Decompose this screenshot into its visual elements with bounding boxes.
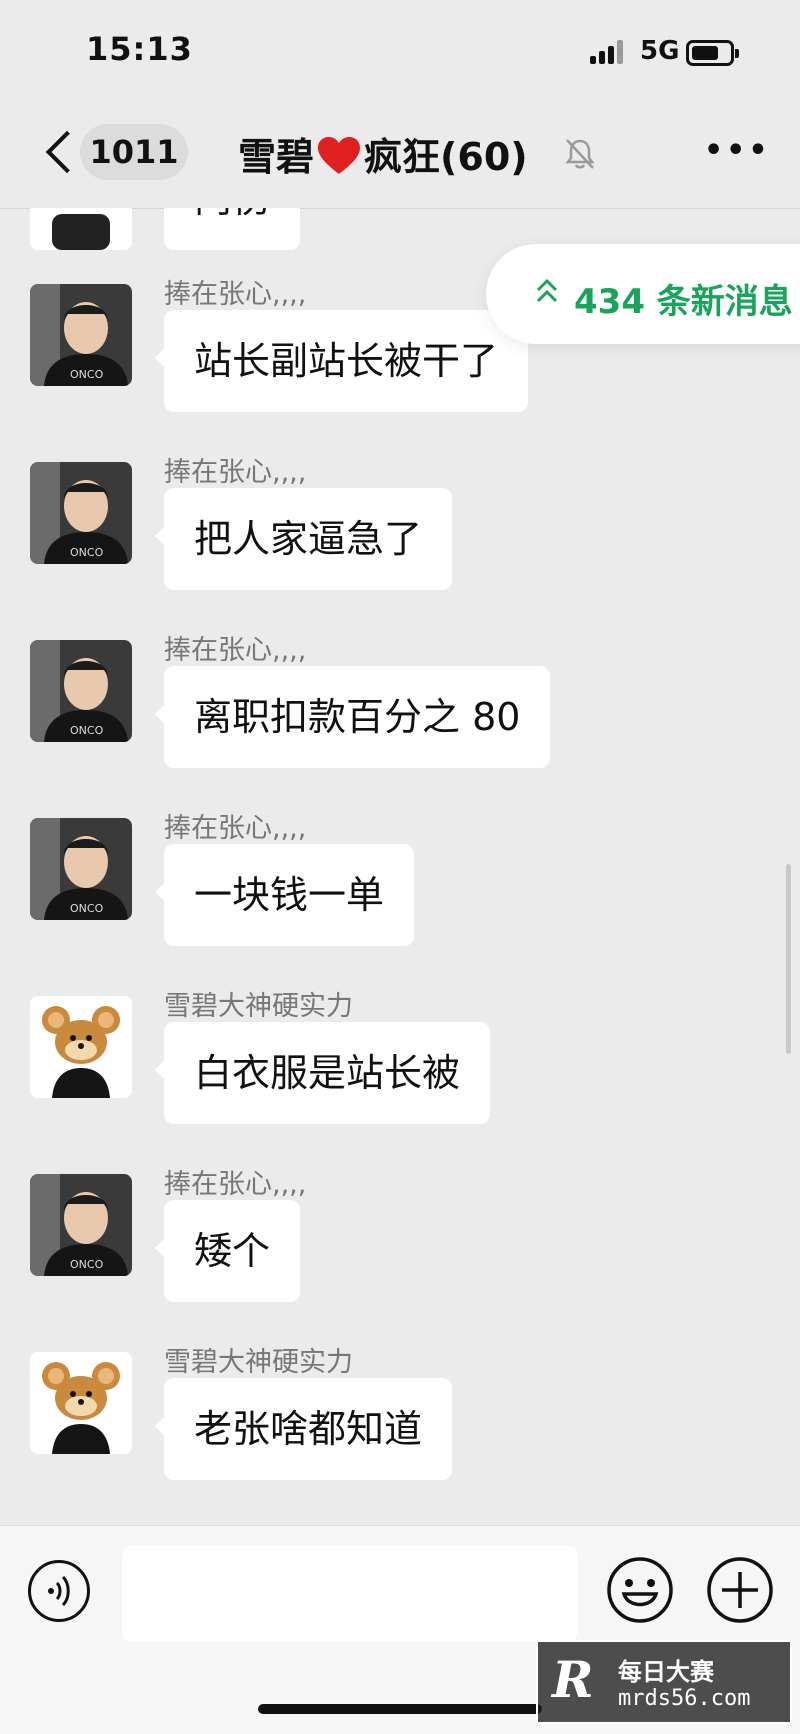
avatar[interactable] bbox=[30, 996, 132, 1098]
sender-name: 捧在张心,,,, bbox=[164, 279, 307, 310]
heart-icon bbox=[318, 137, 361, 174]
more-options-icon[interactable]: ••• bbox=[704, 136, 768, 172]
unread-count-badge[interactable]: 1011 bbox=[80, 124, 188, 180]
message-list[interactable]: 内伤 ONCO 捧在张心,,,, 站长副站长被干了 ONCO 捧在张心,,,, … bbox=[0, 208, 800, 1525]
watermark-logo: R bbox=[552, 1650, 594, 1709]
mute-bell-icon bbox=[565, 139, 595, 169]
sender-name: 雪碧大神硬实力 bbox=[164, 1347, 353, 1378]
message-input[interactable] bbox=[122, 1546, 578, 1642]
svg-text:ONCO: ONCO bbox=[70, 724, 104, 737]
plus-icon[interactable] bbox=[706, 1556, 774, 1624]
svg-text:ONCO: ONCO bbox=[70, 368, 104, 381]
svg-text:ONCO: ONCO bbox=[70, 902, 104, 915]
avatar[interactable]: ONCO bbox=[30, 462, 132, 564]
sender-name: 雪碧大神硬实力 bbox=[164, 991, 353, 1022]
watermark: R 每日大赛 mrds56.com bbox=[536, 1640, 792, 1724]
network-type: 5G bbox=[640, 36, 680, 66]
message-bubble[interactable]: 老张啥都知道 bbox=[154, 1378, 453, 1480]
signal-icon bbox=[590, 40, 632, 64]
avatar[interactable] bbox=[30, 208, 132, 250]
voice-input-icon[interactable] bbox=[28, 1560, 90, 1622]
watermark-url: mrds56.com bbox=[618, 1686, 751, 1711]
message-bubble[interactable]: 站长副站长被干了 bbox=[154, 310, 529, 412]
status-time: 15:13 bbox=[86, 30, 193, 68]
message-bubble[interactable]: 内伤 bbox=[164, 208, 301, 250]
chat-title-prefix: 雪碧 bbox=[238, 135, 315, 179]
back-icon[interactable] bbox=[38, 128, 82, 178]
chat-title-suffix: 疯狂(60) bbox=[364, 135, 528, 179]
watermark-name: 每日大赛 bbox=[618, 1658, 714, 1686]
svg-text:ONCO: ONCO bbox=[70, 1258, 104, 1271]
message-bubble[interactable]: 离职扣款百分之 80 bbox=[154, 666, 551, 768]
sender-name: 捧在张心,,,, bbox=[164, 635, 307, 666]
sender-name: 捧在张心,,,, bbox=[164, 813, 307, 844]
message-bubble[interactable]: 把人家逼急了 bbox=[154, 488, 453, 590]
avatar[interactable]: ONCO bbox=[30, 640, 132, 742]
avatar[interactable]: ONCO bbox=[30, 284, 132, 386]
avatar[interactable] bbox=[30, 1352, 132, 1454]
message-bubble[interactable]: 白衣服是站长被 bbox=[154, 1022, 491, 1124]
avatar[interactable]: ONCO bbox=[30, 1174, 132, 1276]
sender-name: 捧在张心,,,, bbox=[164, 457, 307, 488]
sender-name: 捧在张心,,,, bbox=[164, 1169, 307, 1200]
emoji-icon[interactable] bbox=[606, 1556, 674, 1624]
message-bubble[interactable]: 一块钱一单 bbox=[154, 844, 415, 946]
new-messages-button[interactable]: 434 条新消息 bbox=[486, 244, 800, 344]
chat-header: 1011 雪碧 疯狂(60) ••• bbox=[0, 100, 800, 209]
home-indicator bbox=[258, 1704, 542, 1714]
double-chevron-up-icon bbox=[536, 278, 558, 303]
battery-icon bbox=[686, 40, 739, 66]
svg-text:ONCO: ONCO bbox=[70, 546, 104, 559]
avatar[interactable]: ONCO bbox=[30, 818, 132, 920]
chat-title: 雪碧 疯狂(60) bbox=[238, 126, 528, 181]
message-bubble[interactable]: 矮个 bbox=[154, 1200, 301, 1302]
status-bar: 15:13 5G bbox=[0, 0, 800, 100]
scrollbar[interactable] bbox=[786, 864, 791, 1054]
new-messages-label: 434 条新消息 bbox=[574, 282, 793, 322]
